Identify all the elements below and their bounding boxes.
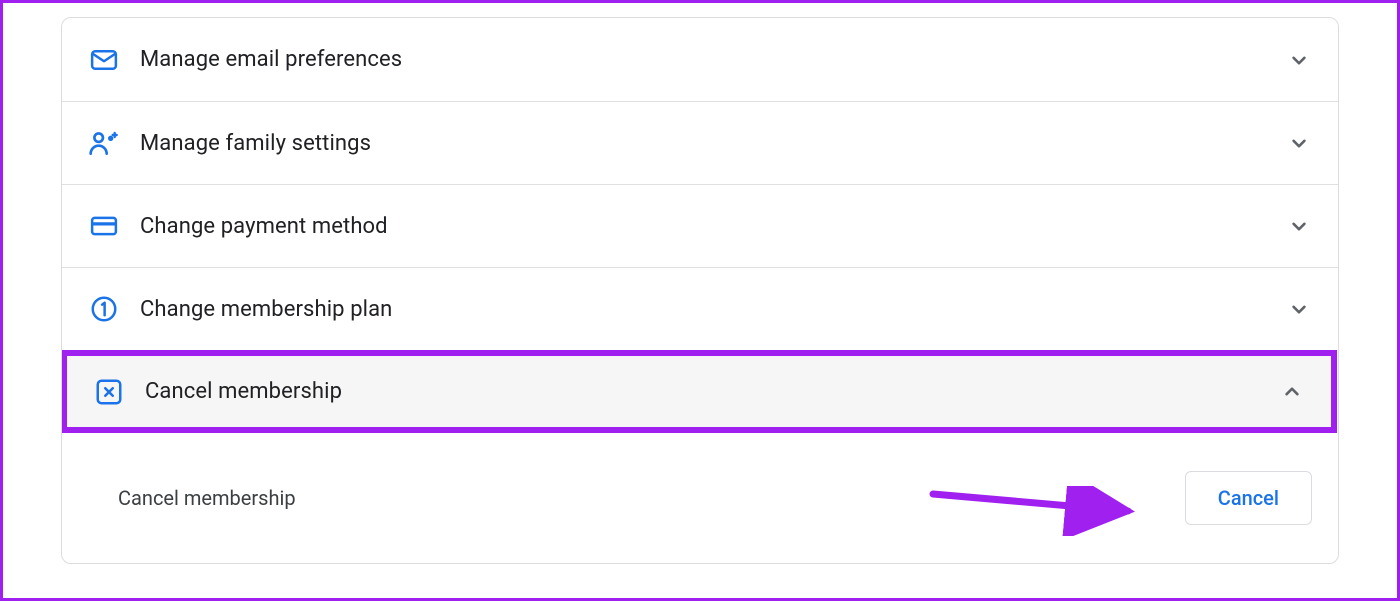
cancel-membership-detail: Cancel membership Cancel: [62, 433, 1338, 563]
row-cancel-membership[interactable]: Cancel membership: [62, 350, 1338, 433]
detail-label: Cancel membership: [118, 486, 1185, 510]
row-email-preferences[interactable]: Manage email preferences: [62, 18, 1338, 101]
highlight-box: Cancel membership: [61, 350, 1337, 433]
circled-one-icon: [88, 293, 120, 325]
row-label: Change membership plan: [140, 297, 1286, 322]
chevron-up-icon: [1279, 379, 1305, 405]
settings-accordion-card: Manage email preferences Manage family s…: [61, 17, 1339, 564]
credit-card-icon: [88, 210, 120, 242]
chevron-down-icon: [1286, 130, 1312, 156]
family-icon: [88, 127, 120, 159]
row-label: Manage family settings: [140, 131, 1286, 156]
row-label: Cancel membership: [145, 379, 1279, 404]
cancel-box-icon: [93, 376, 125, 408]
chevron-down-icon: [1286, 47, 1312, 73]
chevron-down-icon: [1286, 213, 1312, 239]
row-label: Manage email preferences: [140, 47, 1286, 72]
row-membership-plan[interactable]: Change membership plan: [62, 267, 1338, 350]
row-label: Change payment method: [140, 214, 1286, 239]
mail-icon: [88, 44, 120, 76]
row-family-settings[interactable]: Manage family settings: [62, 101, 1338, 184]
cancel-button[interactable]: Cancel: [1185, 471, 1312, 525]
annotated-screenshot-frame: Manage email preferences Manage family s…: [0, 0, 1400, 601]
row-payment-method[interactable]: Change payment method: [62, 184, 1338, 267]
chevron-down-icon: [1286, 296, 1312, 322]
